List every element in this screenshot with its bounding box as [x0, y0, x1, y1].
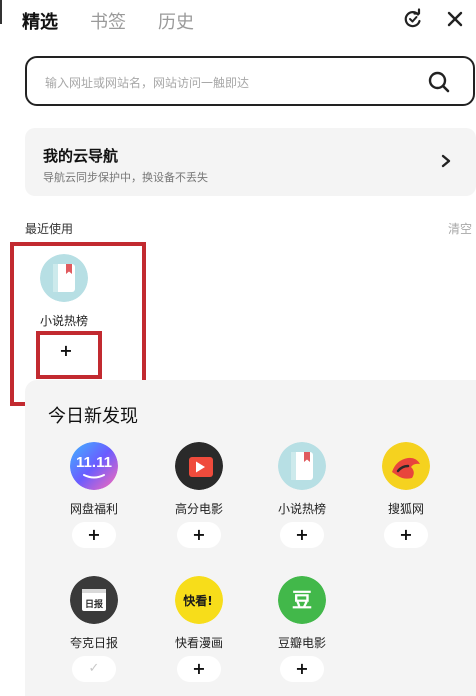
tab-featured[interactable]: 精选	[22, 8, 58, 34]
highlight-box-inner	[36, 331, 102, 379]
search-bar[interactable]: 输入网址或网站名，网站访问一触即达	[25, 56, 475, 106]
cloud-nav-title: 我的云导航	[43, 147, 119, 165]
refresh-icon[interactable]	[402, 8, 424, 30]
cloud-nav-subtitle: 导航云同步保护中，换设备不丢失	[43, 171, 208, 184]
discover-item-label: 高分电影	[174, 502, 223, 516]
close-icon[interactable]	[444, 8, 466, 30]
svg-text:豆: 豆	[292, 588, 312, 612]
double-eleven-icon[interactable]: 11.11	[70, 442, 118, 490]
top-tab-bar: 精选 书签 历史	[0, 0, 476, 40]
edge-divider	[0, 0, 2, 24]
search-icon[interactable]	[427, 70, 451, 94]
kuaikan-comic-icon[interactable]: 快看!	[175, 576, 223, 624]
discover-added-check[interactable]: ✓	[72, 656, 116, 682]
discover-item-label: 夸克日报	[69, 636, 118, 650]
discover-add-button[interactable]: +	[177, 522, 221, 548]
tab-history[interactable]: 历史	[158, 8, 194, 34]
discover-add-button[interactable]: +	[72, 522, 116, 548]
chevron-right-icon	[441, 154, 451, 168]
book-icon[interactable]	[278, 442, 326, 490]
discover-item-label: 豆瓣电影	[277, 636, 326, 650]
discover-add-button[interactable]: +	[384, 522, 428, 548]
discover-item-label: 快看漫画	[174, 636, 223, 650]
douban-icon[interactable]: 豆	[278, 576, 326, 624]
movie-play-icon[interactable]	[175, 442, 223, 490]
recent-section-title: 最近使用	[25, 222, 74, 236]
sohu-fox-icon[interactable]	[382, 442, 430, 490]
svg-text:日报: 日报	[85, 598, 103, 610]
discover-item-label: 小说热榜	[277, 502, 326, 516]
daily-news-icon[interactable]: 日报	[70, 576, 118, 624]
discover-add-button[interactable]: +	[280, 522, 324, 548]
discover-add-button[interactable]: +	[177, 656, 221, 682]
search-placeholder: 输入网址或网站名，网站访问一触即达	[45, 76, 250, 90]
discover-section-title: 今日新发现	[48, 406, 138, 427]
discover-item-label: 网盘福利	[69, 502, 118, 516]
svg-text:11.11: 11.11	[76, 454, 112, 471]
tab-bookmarks[interactable]: 书签	[90, 8, 126, 34]
clear-recent-link[interactable]: 清空	[448, 220, 472, 237]
discover-add-button[interactable]: +	[280, 656, 324, 682]
discover-item-label: 搜狐网	[387, 502, 424, 516]
cloud-navigation-card[interactable]: 我的云导航 导航云同步保护中，换设备不丢失	[25, 128, 476, 196]
svg-text:快看!: 快看!	[183, 593, 212, 608]
